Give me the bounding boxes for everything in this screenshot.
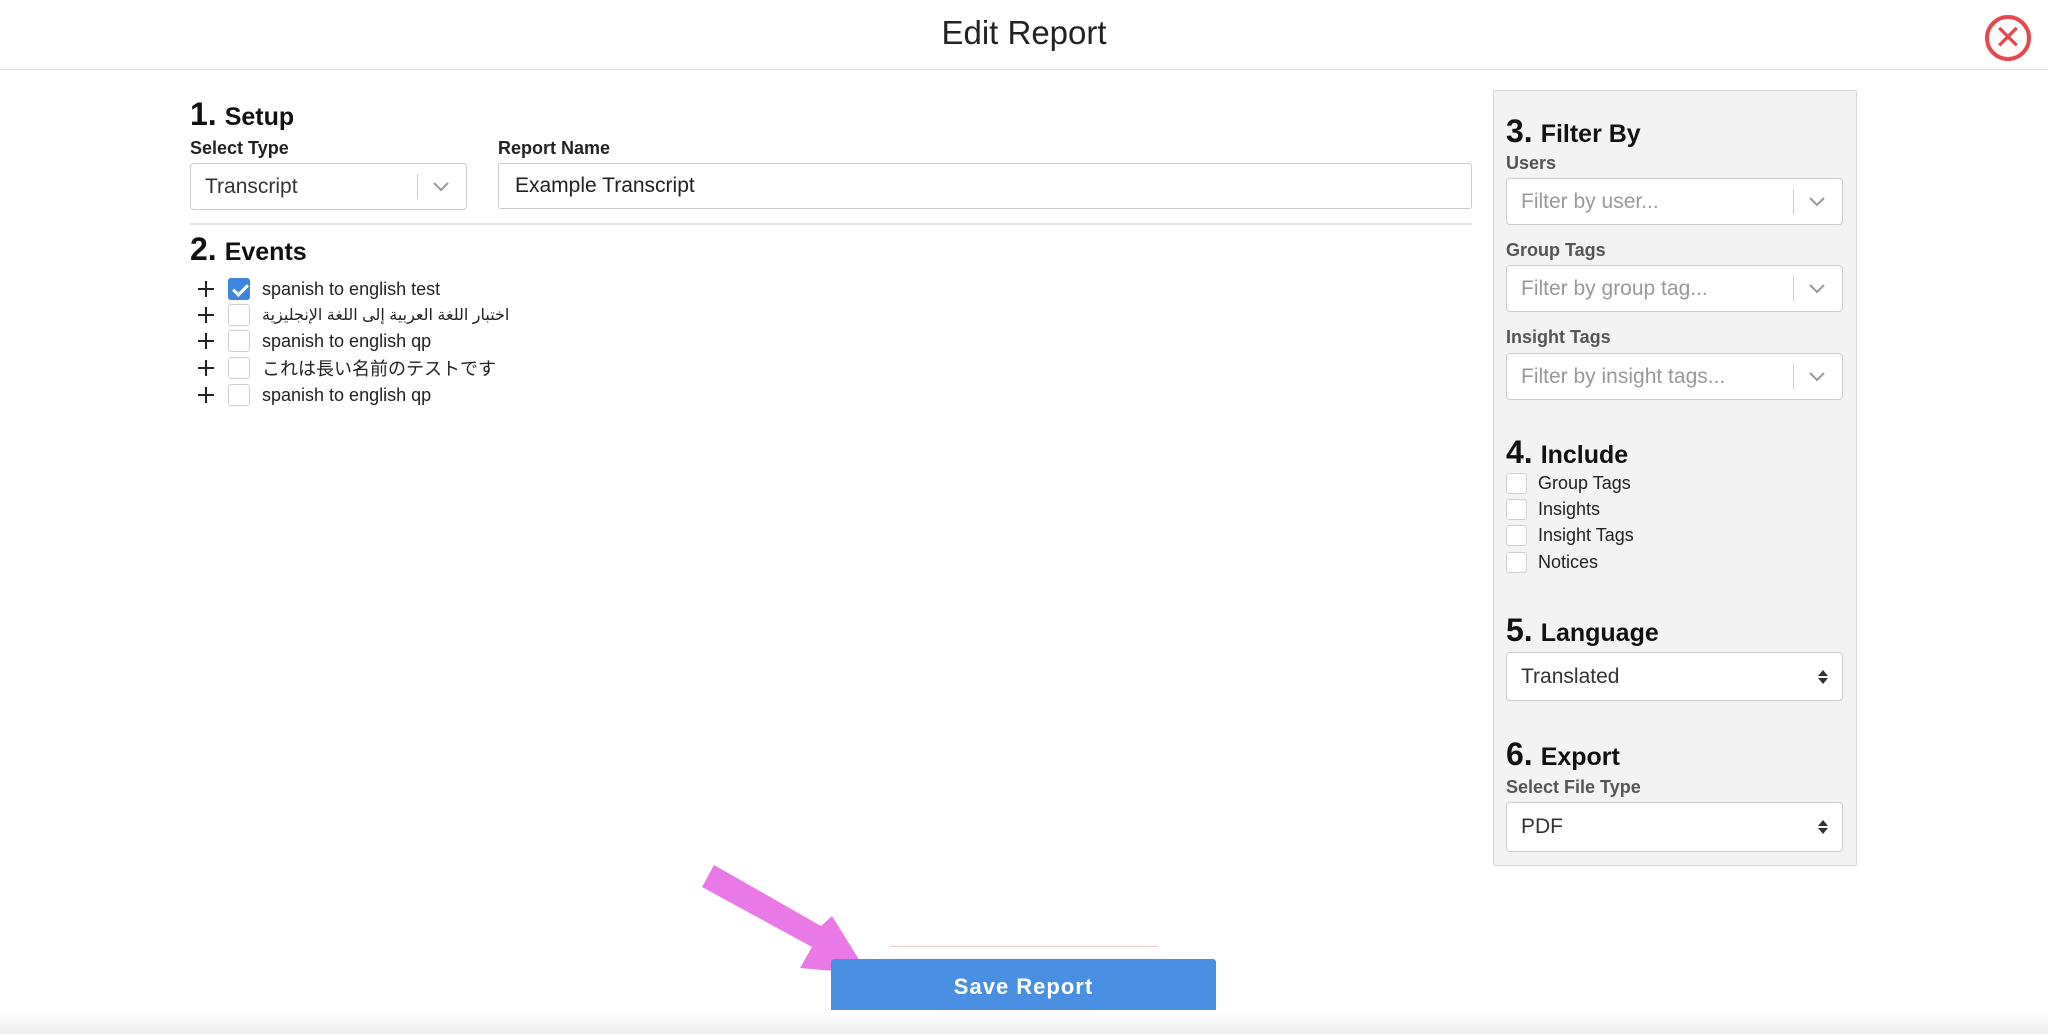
filter-title: Filter By (1540, 120, 1641, 148)
event-checkbox[interactable] (228, 357, 250, 379)
include-notices-checkbox[interactable] (1506, 551, 1527, 573)
section-divider (190, 223, 1472, 225)
file-type-value: PDF (1521, 815, 1563, 838)
export-section-title: 6. Export (1506, 736, 1620, 773)
export-title: Export (1540, 743, 1620, 771)
language-select[interactable]: Translated (1506, 652, 1843, 701)
insight-tags-label: Insight Tags (1506, 327, 1611, 347)
select-type-label: Select Type (190, 138, 289, 158)
include-option-label: Insight Tags (1538, 524, 1634, 545)
file-type-select[interactable]: PDF (1506, 802, 1843, 852)
footer-divider (890, 946, 1158, 947)
event-item: spanish to english test (196, 277, 440, 301)
include-option-label: Insights (1538, 498, 1601, 519)
include-insights-checkbox[interactable] (1506, 498, 1527, 520)
select-type-value: Transcript (205, 174, 298, 198)
language-section-title: 5. Language (1506, 612, 1659, 649)
insight-tags-filter-placeholder: Filter by insight tags... (1521, 364, 1726, 388)
modal-title: Edit Report (941, 14, 1107, 51)
expand-plus-icon[interactable] (196, 279, 216, 299)
include-option: Notices (1506, 551, 1598, 573)
report-name-label: Report Name (498, 138, 611, 158)
include-option: Insight Tags (1506, 524, 1634, 546)
group-tags-label: Group Tags (1506, 240, 1606, 260)
expand-plus-icon[interactable] (196, 385, 216, 405)
events-section-title: 2. Events (190, 231, 307, 268)
include-number: 4. (1506, 434, 1533, 470)
file-type-label: Select File Type (1506, 777, 1641, 797)
filter-number: 3. (1506, 113, 1533, 149)
event-label: spanish to english qp (262, 384, 432, 405)
users-filter-dropdown[interactable]: Filter by user... (1506, 178, 1843, 225)
event-item: spanish to english qp (196, 329, 431, 353)
export-number: 6. (1506, 736, 1533, 772)
event-item: これは長い名前のテストです (196, 356, 496, 380)
event-item: spanish to english qp (196, 383, 431, 407)
events-title: Events (224, 238, 307, 266)
expand-plus-icon[interactable] (196, 305, 216, 325)
expand-plus-icon[interactable] (196, 358, 216, 378)
event-checkbox[interactable] (228, 304, 250, 326)
select-type-separator (417, 174, 418, 199)
modal-header: Edit Report ✕ (0, 0, 2048, 70)
report-name-input[interactable]: Example Transcript (498, 163, 1472, 209)
save-report-button[interactable]: Save Report (831, 959, 1216, 1014)
event-checkbox[interactable] (228, 278, 250, 300)
include-option-label: Notices (1538, 551, 1599, 572)
expand-plus-icon[interactable] (196, 331, 216, 351)
group-tags-filter-separator (1793, 276, 1794, 301)
group-tags-filter-dropdown[interactable]: Filter by group tag... (1506, 265, 1843, 312)
bottom-shadow (0, 1010, 2048, 1034)
include-insight-tags-checkbox[interactable] (1506, 524, 1527, 546)
event-label: spanish to english qp (262, 330, 432, 351)
users-filter-placeholder: Filter by user... (1521, 189, 1659, 213)
filter-section-title: 3. Filter By (1506, 113, 1641, 150)
event-checkbox[interactable] (228, 384, 250, 406)
chevron-down-icon (1804, 179, 1830, 224)
close-icon: ✕ (1993, 18, 2023, 58)
language-number: 5. (1506, 612, 1533, 648)
insight-tags-filter-dropdown[interactable]: Filter by insight tags... (1506, 353, 1843, 400)
include-option: Insights (1506, 498, 1600, 520)
language-title: Language (1540, 619, 1659, 647)
include-group-tags-checkbox[interactable] (1506, 472, 1527, 494)
users-label: Users (1506, 153, 1557, 173)
select-arrows-icon (1818, 653, 1828, 700)
include-option: Group Tags (1506, 472, 1631, 494)
include-section-title: 4. Include (1506, 434, 1628, 471)
chevron-down-icon (1804, 266, 1830, 311)
select-arrows-icon (1818, 803, 1828, 851)
chevron-down-icon (428, 164, 454, 209)
report-options-panel: 3. Filter By Users Filter by user... Gro… (1493, 90, 1857, 866)
setup-section-title: 1. Setup (190, 96, 294, 133)
event-label: これは長い名前のテストです (262, 359, 496, 379)
group-tags-filter-placeholder: Filter by group tag... (1521, 276, 1708, 300)
language-value: Translated (1521, 664, 1620, 688)
select-type-dropdown[interactable]: Transcript (190, 163, 467, 210)
setup-title: Setup (224, 103, 295, 131)
include-option-label: Group Tags (1538, 472, 1631, 493)
event-item: اختبار اللغة العربية إلى اللغة الإنجليزي… (196, 303, 509, 327)
insight-tags-filter-separator (1793, 364, 1794, 389)
close-button[interactable]: ✕ (1985, 15, 2031, 61)
users-filter-separator (1793, 189, 1794, 214)
event-label: اختبار اللغة العربية إلى اللغة الإنجليزي… (262, 307, 510, 324)
events-number: 2. (190, 231, 217, 267)
event-checkbox[interactable] (228, 330, 250, 352)
chevron-down-icon (1804, 354, 1830, 399)
include-title: Include (1540, 441, 1629, 469)
event-label: spanish to english test (262, 278, 441, 299)
setup-number: 1. (190, 96, 217, 132)
